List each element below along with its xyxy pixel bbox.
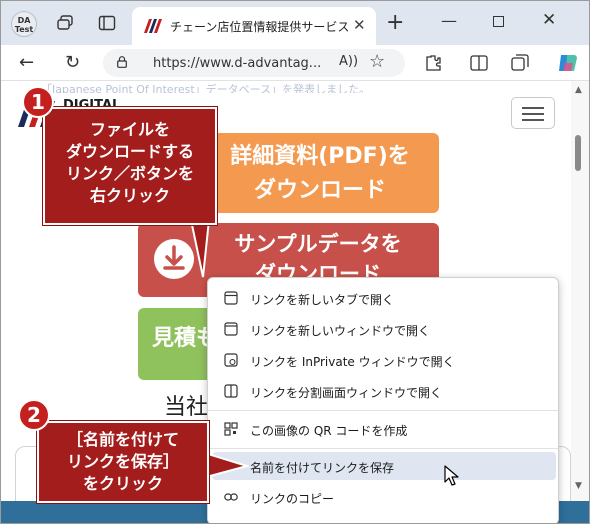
collections-icon[interactable] [511, 54, 529, 72]
new-window-icon [224, 322, 238, 336]
profile-avatar-label: DA Test [14, 16, 34, 34]
callout-step-2: ［名前を付けて リンクを保存］ をクリック [36, 420, 210, 504]
inprivate-icon [224, 353, 238, 367]
scroll-thumb[interactable] [575, 135, 581, 171]
profile-avatar[interactable]: DA Test [11, 11, 37, 37]
step-2-badge: 2 [18, 399, 50, 431]
pdf-download-button[interactable]: 詳細資料(PDF)を ダウンロード [201, 133, 439, 213]
menu-open-split-screen[interactable]: リンクを分割画面ウィンドウで開く [212, 377, 556, 405]
menu-open-inprivate[interactable]: リンクを InPrivate ウィンドウで開く [212, 346, 556, 374]
menu-label: この画像の QR コードを作成 [250, 424, 408, 438]
lock-icon[interactable] [117, 56, 127, 68]
close-window-button[interactable]: ✕ [542, 10, 556, 30]
url-text[interactable]: https://www.d-advantag... [153, 56, 321, 71]
menu-open-new-tab[interactable]: リンクを新しいタブで開く [212, 284, 556, 312]
menu-create-qr-code[interactable]: この画像の QR コードを作成 [212, 415, 556, 443]
tab-close-icon[interactable]: ✕ [353, 16, 366, 34]
menu-separator [208, 448, 558, 449]
split-screen-icon [224, 384, 238, 398]
scroll-up-icon[interactable]: ▲ [575, 85, 582, 95]
link-icon [224, 493, 238, 501]
back-button[interactable]: ← [19, 52, 34, 73]
callout-step-2-text: ［名前を付けて リンクを保存］ をクリック [66, 430, 179, 493]
menu-label: 名前を付けてリンクを保存 [250, 461, 395, 475]
callout-step-1-text: ファイルを ダウンロードする リンク／ボタンを 右クリック [65, 120, 194, 205]
favorite-star-icon[interactable]: ☆ [369, 51, 385, 72]
scroll-down-icon[interactable]: ▼ [575, 481, 582, 491]
minimize-button[interactable]: — [441, 11, 457, 30]
menu-label: リンクを InPrivate ウィンドウで開く [250, 355, 455, 369]
news-banner: 「Japanese Point Of Interest」データベース」を発表しま… [41, 83, 371, 93]
workspaces-icon[interactable] [57, 15, 75, 31]
navigation-bar: ← ↻ https://www.d-advantag... A)) ☆ [1, 45, 589, 81]
pdf-download-label: 詳細資料(PDF)を ダウンロード [230, 144, 410, 203]
tab-actions-icon[interactable] [98, 15, 116, 31]
address-bar[interactable]: https://www.d-advantag... A)) ☆ [103, 49, 405, 77]
copilot-icon[interactable] [556, 51, 580, 75]
menu-copy-link[interactable]: リンクのコピー [212, 483, 556, 511]
hamburger-menu-icon[interactable] [511, 97, 555, 129]
tab-title: チェーン店位置情報提供サービス（G [170, 20, 350, 34]
new-tab-button[interactable]: + [386, 10, 404, 35]
callout-step-1: ファイルを ダウンロードする リンク／ボタンを 右クリック [42, 106, 218, 226]
menu-separator [208, 410, 558, 411]
menu-save-link-as[interactable]: 名前を付けてリンクを保存 [212, 452, 556, 480]
estimate-button[interactable]: 見積もり [138, 308, 218, 380]
active-tab[interactable]: チェーン店位置情報提供サービス（G ✕ [132, 7, 376, 45]
extensions-icon[interactable] [424, 54, 442, 72]
maximize-button[interactable] [493, 16, 504, 27]
section-heading: 当社 [164, 395, 209, 420]
context-menu: リンクを新しいタブで開く リンクを新しいウィンドウで開く リンクを InPriv… [207, 277, 559, 523]
read-aloud-icon[interactable]: A)) [339, 54, 358, 69]
browser-window: DA Test チェーン店位置情報提供サービス（G ✕ + — ✕ ← ↻ [0, 0, 590, 524]
menu-open-new-window[interactable]: リンクを新しいウィンドウで開く [212, 315, 556, 343]
mouse-cursor-icon [444, 465, 459, 486]
qr-code-icon [224, 422, 238, 436]
menu-label: リンクを新しいウィンドウで開く [250, 324, 431, 338]
menu-label: リンクのコピー [250, 492, 335, 506]
refresh-button[interactable]: ↻ [65, 52, 80, 73]
tab-bar: DA Test チェーン店位置情報提供サービス（G ✕ + — ✕ [1, 1, 589, 45]
menu-label: リンクを分割画面ウィンドウで開く [250, 386, 443, 400]
split-screen-icon[interactable] [470, 55, 488, 71]
new-tab-icon [224, 291, 238, 305]
step-1-badge: 1 [22, 86, 54, 118]
menu-label: リンクを新しいタブで開く [250, 293, 395, 307]
site-favicon-icon [144, 19, 162, 33]
